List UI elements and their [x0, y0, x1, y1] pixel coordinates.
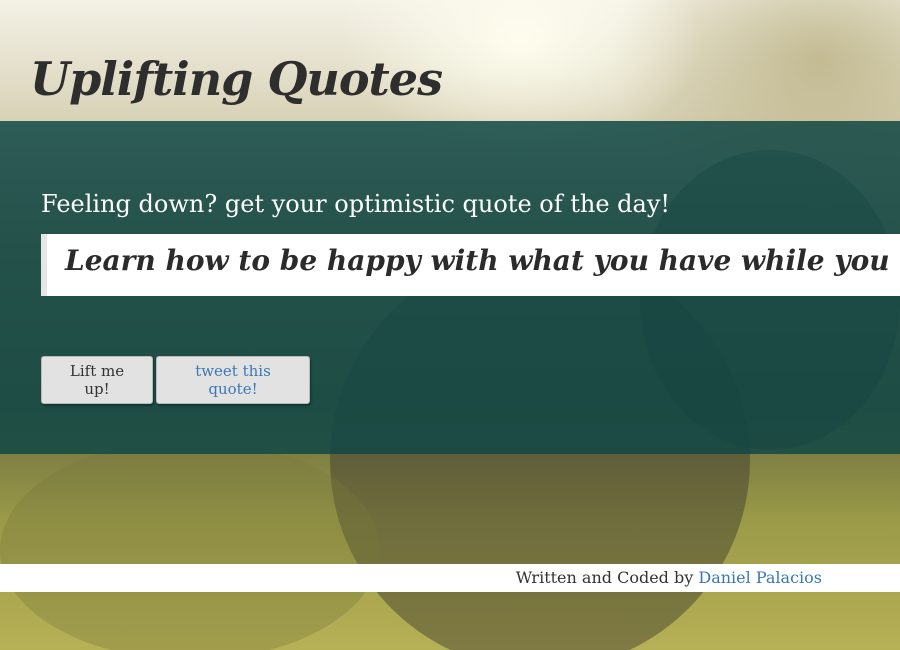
footer: Written and Coded by Daniel Palacios — [0, 564, 900, 592]
author-link[interactable]: Daniel Palacios — [698, 568, 822, 587]
lift-me-up-button[interactable]: Lift me up! — [41, 356, 153, 404]
tagline: Feeling down? get your optimistic quote … — [41, 190, 671, 218]
page-title: Uplifting Quotes — [30, 52, 443, 106]
tweet-quote-button[interactable]: tweet this quote! — [156, 356, 310, 404]
quote-text: Learn how to be happy with what you have… — [65, 244, 900, 277]
quote-box: Learn how to be happy with what you have… — [41, 234, 900, 296]
footer-credit: Written and Coded by Daniel Palacios — [516, 568, 822, 587]
footer-credit-prefix: Written and Coded by — [515, 568, 694, 587]
